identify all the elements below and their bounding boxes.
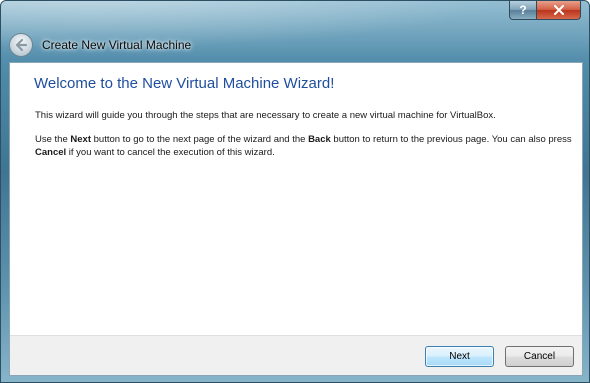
back-arrow-icon (15, 38, 28, 52)
cancel-button[interactable]: Cancel (505, 346, 574, 367)
instructions-part: if you want to cancel the execution of t… (66, 146, 275, 158)
wizard-title: Create New Virtual Machine (42, 38, 192, 52)
intro-text: This wizard will guide you through the s… (35, 110, 496, 121)
wizard-content-panel: Welcome to the New Virtual Machine Wizar… (9, 62, 583, 376)
instructions-part: Use the (35, 134, 71, 145)
button-bar: Next Cancel (10, 335, 582, 375)
help-button[interactable]: ? (509, 1, 537, 20)
wizard-window: ? Create New Virtual Machine Welcome to … (0, 0, 590, 383)
instructions-part: button to go to the next page of the wiz… (90, 134, 309, 145)
help-icon: ? (519, 3, 527, 17)
close-icon (553, 5, 564, 15)
wizard-header: Create New Virtual Machine (9, 32, 191, 58)
page-heading: Welcome to the New Virtual Machine Wizar… (34, 75, 335, 92)
instructions-cancel-word: Cancel (35, 146, 67, 158)
instructions-part: button to return to the previous page. Y… (330, 134, 572, 145)
back-button[interactable] (9, 33, 33, 57)
next-button[interactable]: Next (425, 346, 494, 367)
caption-buttons: ? (509, 1, 581, 20)
instructions-back-word: Back (308, 134, 331, 145)
instructions-text: Use the Next button to go to the next pa… (35, 134, 580, 159)
instructions-next-word: Next (70, 134, 91, 145)
close-button[interactable] (537, 1, 581, 20)
